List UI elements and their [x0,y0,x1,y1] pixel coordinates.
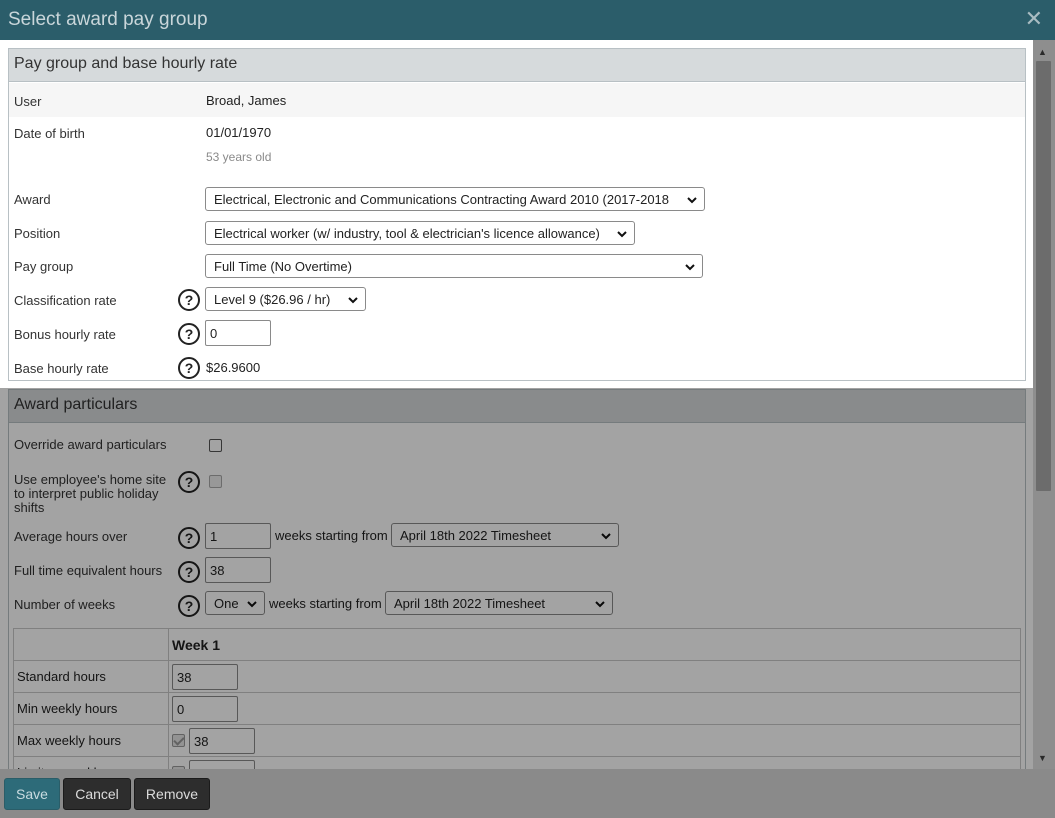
override-label: Override award particulars [14,437,167,452]
help-icon[interactable]: ? [178,357,200,379]
chevron-down-icon [595,601,605,608]
chevron-down-icon [687,197,697,204]
close-icon[interactable]: ✕ [1025,8,1043,30]
award-selected: Electrical, Electronic and Communication… [214,192,670,207]
row-cell: 38 [168,756,1021,769]
table-row: Min weekly hours 0 [13,692,1021,725]
num-weeks-selected: One [214,596,239,611]
table-header-empty [13,628,169,661]
avg-hours-label: Average hours over [14,529,128,544]
help-icon[interactable]: ? [178,323,200,345]
scroll-down-icon[interactable]: ▼ [1038,753,1047,763]
cancel-button[interactable]: Cancel [63,778,131,810]
vertical-scrollbar[interactable]: ▲ ▼ [1033,40,1055,769]
pay-group-label: Pay group [14,259,74,274]
remove-button[interactable]: Remove [134,778,210,810]
override-checkbox[interactable] [209,439,222,452]
table-row: Max weekly hours 38 [13,724,1021,757]
user-label: User [14,94,42,109]
max-weekly-checkbox[interactable] [172,734,185,747]
age-text: 53 years old [206,150,272,164]
base-rate-value: $26.9600 [206,360,261,375]
award-row: Award Electrical, Electronic and Communi… [9,177,1025,211]
position-selected: Electrical worker (w/ industry, tool & e… [214,226,600,241]
chevron-down-icon [617,231,627,238]
row-label: Limit accrual hours [13,756,169,769]
chevron-down-icon [685,264,695,271]
position-select[interactable]: Electrical worker (w/ industry, tool & e… [205,221,635,245]
row-label: Standard hours [13,660,169,693]
row-cell: 38 [168,724,1021,757]
row-label: Max weekly hours [13,724,169,757]
chevron-down-icon [247,601,257,608]
avg-start-selected: April 18th 2022 Timesheet [400,528,552,543]
dob-label: Date of birth [14,126,85,141]
base-rate-row: Base hourly rate ? $26.9600 [9,347,1025,381]
dob-row: Date of birth 01/01/1970 53 years old [9,117,1025,177]
help-icon[interactable]: ? [178,471,200,493]
classification-selected: Level 9 ($26.96 / hr) [214,292,331,307]
help-icon[interactable]: ? [178,561,200,583]
help-icon[interactable]: ? [178,289,200,311]
help-icon[interactable]: ? [178,527,200,549]
avg-hours-input[interactable]: 1 [205,523,271,549]
section-header: Pay group and base hourly rate [9,49,1025,82]
table-row: Limit accrual hours 38 [13,756,1021,769]
num-weeks-start-selected: April 18th 2022 Timesheet [394,596,546,611]
dialog-content[interactable]: Pay group and base hourly rate User Broa… [0,40,1033,769]
home-site-checkbox[interactable] [209,475,222,488]
pay-group-row: Pay group Full Time (No Overtime) [9,245,1025,279]
help-icon[interactable]: ? [178,595,200,617]
row-label: Min weekly hours [13,692,169,725]
classification-label: Classification rate [14,293,117,308]
pay-group-select[interactable]: Full Time (No Overtime) [205,254,703,278]
chevron-down-icon [601,533,611,540]
limit-accrual-hours-input[interactable]: 38 [189,759,255,769]
row-cell: 38 [168,660,1021,693]
week-header: Week 1 [168,628,1021,661]
weeks-table: Week 1 Standard hours 38 Min weekly hour… [13,628,1021,769]
dialog-titlebar: Select award pay group ✕ [0,0,1055,40]
avg-start-select[interactable]: April 18th 2022 Timesheet [391,523,619,547]
user-value: Broad, James [206,93,287,108]
position-row: Position Electrical worker (w/ industry,… [9,211,1025,245]
table-header-row: Week 1 [13,628,1021,661]
dob-value: 01/01/1970 [206,125,272,140]
section-header: Award particulars [9,390,1025,423]
row-cell: 0 [168,692,1021,725]
award-particulars-panel: Award particulars Override award particu… [8,389,1026,769]
dialog-footer: Save Cancel Remove [0,769,1055,818]
fte-label: Full time equivalent hours [14,563,163,578]
bonus-row: Bonus hourly rate ? 0 [9,313,1025,347]
home-site-label: Use employee's home site to interpret pu… [14,472,167,515]
fte-input[interactable]: 38 [205,557,271,583]
dialog-title: Select award pay group [8,9,208,30]
chevron-down-icon [348,297,358,304]
pay-group-panel: Pay group and base hourly rate User Broa… [8,48,1026,381]
max-weekly-hours-input[interactable]: 38 [189,727,255,754]
num-weeks-label: Number of weeks [14,597,116,612]
base-rate-label: Base hourly rate [14,361,109,376]
classification-row: Classification rate ? Level 9 ($26.96 / … [9,279,1025,313]
classification-select[interactable]: Level 9 ($26.96 / hr) [205,287,366,311]
weeks-starting-text: weeks starting from [275,528,388,543]
save-button[interactable]: Save [4,778,60,810]
standard-hours-input[interactable]: 38 [172,663,238,690]
table-row: Standard hours 38 [13,660,1021,693]
award-select[interactable]: Electrical, Electronic and Communication… [205,187,705,211]
num-weeks-start-select[interactable]: April 18th 2022 Timesheet [385,591,613,615]
position-label: Position [14,226,61,241]
weeks-starting-text: weeks starting from [269,596,382,611]
award-label: Award [14,192,51,207]
bonus-label: Bonus hourly rate [14,327,116,342]
scrollbar-thumb[interactable] [1036,61,1051,491]
scroll-up-icon[interactable]: ▲ [1038,47,1047,57]
bonus-rate-input[interactable]: 0 [205,320,271,346]
min-weekly-hours-input[interactable]: 0 [172,695,238,722]
user-row: User Broad, James [9,83,1025,117]
pay-group-selected: Full Time (No Overtime) [214,259,352,274]
num-weeks-select[interactable]: One [205,591,265,615]
